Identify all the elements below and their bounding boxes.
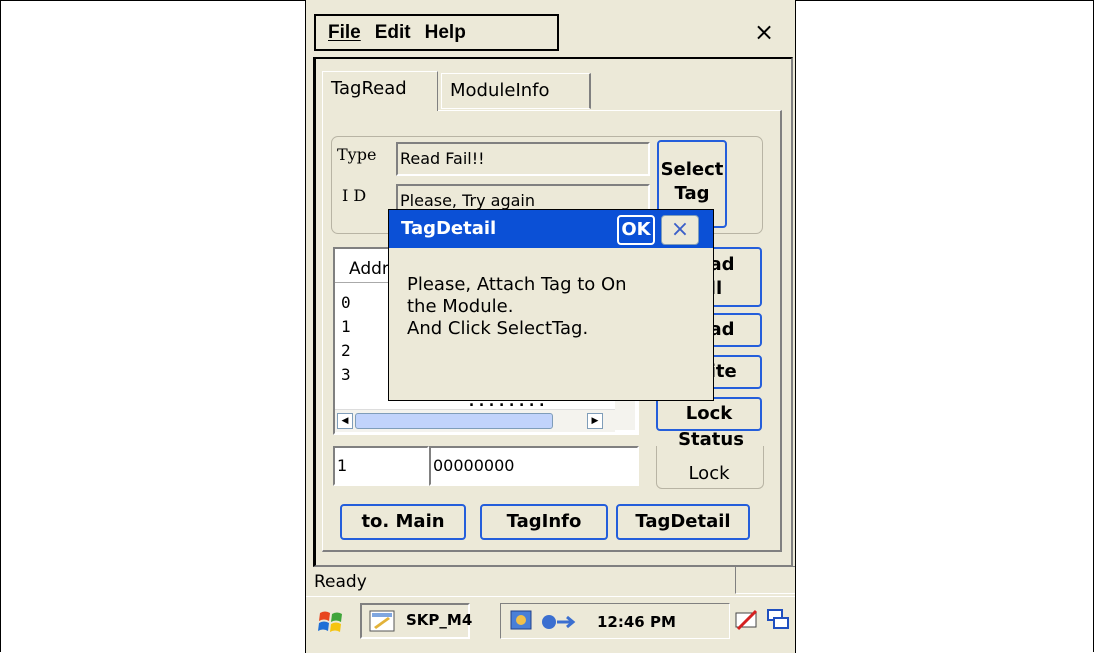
tab-tagread[interactable]: TagRead xyxy=(322,71,438,111)
menu-help[interactable]: Help xyxy=(425,22,466,44)
dialog-ok-button[interactable]: OK xyxy=(617,215,655,245)
statusbar-text: Ready xyxy=(314,572,367,592)
connection-icon[interactable] xyxy=(539,610,579,634)
select-tag-line2: Tag xyxy=(674,183,710,204)
tag-info-button[interactable]: TagInfo xyxy=(480,504,608,540)
app-close-button[interactable]: × xyxy=(749,16,779,48)
menu-bar: File Edit Help xyxy=(314,14,559,51)
menu-file[interactable]: File xyxy=(328,22,361,44)
to-main-button[interactable]: to. Main xyxy=(340,504,466,540)
dialog-close-button[interactable]: × xyxy=(661,215,699,245)
taskbar: SKP_M4 12:46 PM xyxy=(306,596,795,653)
type-field[interactable]: Read Fail!! xyxy=(396,142,650,176)
list-item[interactable]: 3 xyxy=(341,365,351,384)
list-item[interactable]: 1 xyxy=(341,317,351,336)
dialog-title: TagDetail xyxy=(401,218,497,239)
dialog-titlebar[interactable]: TagDetail OK × xyxy=(389,210,713,248)
status-value: Lock xyxy=(688,463,730,484)
app-icon xyxy=(368,609,398,635)
taskbar-app-label: SKP_M4 xyxy=(406,611,473,629)
list-horizontal-scrollbar[interactable]: ◀ ▶ xyxy=(335,409,615,432)
tab-moduleinfo[interactable]: ModuleInfo xyxy=(441,73,591,109)
desktop-icon[interactable] xyxy=(766,607,792,633)
device-screen: File Edit Help × TagRead ModuleInfo Type… xyxy=(305,0,796,653)
type-label: Type xyxy=(337,145,377,164)
statusbar-pane xyxy=(735,566,795,594)
id-label: I D xyxy=(342,186,367,205)
start-windows-icon[interactable] xyxy=(316,607,346,637)
dialog-message: Please, Attach Tag to On the Module. And… xyxy=(407,274,627,339)
lock-button[interactable]: Lock xyxy=(656,397,762,431)
list-item[interactable]: 2 xyxy=(341,341,351,360)
tagdetail-dialog: TagDetail OK × Please, Attach Tag to On … xyxy=(388,209,714,401)
address-input[interactable]: 1 xyxy=(333,446,429,486)
network-icon[interactable] xyxy=(509,608,535,634)
tag-detail-button[interactable]: TagDetail xyxy=(616,504,750,540)
scroll-left-icon[interactable]: ◀ xyxy=(337,413,353,429)
input-panel-icon[interactable] xyxy=(734,607,760,633)
data-input[interactable]: 00000000 xyxy=(429,446,639,486)
menu-edit[interactable]: Edit xyxy=(375,22,411,44)
system-tray: 12:46 PM xyxy=(500,603,730,639)
list-item[interactable]: 0 xyxy=(341,293,351,312)
clock[interactable]: 12:46 PM xyxy=(597,613,676,631)
scroll-thumb[interactable] xyxy=(355,413,553,429)
scroll-right-icon[interactable]: ▶ xyxy=(587,413,603,429)
status-label: Status xyxy=(678,429,744,450)
select-tag-line1: Select xyxy=(660,159,724,180)
